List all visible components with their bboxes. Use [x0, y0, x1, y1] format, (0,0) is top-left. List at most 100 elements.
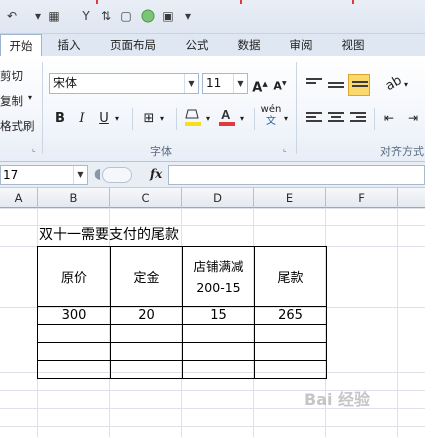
- customize-toolbar-icon[interactable]: ▾: [180, 8, 196, 24]
- cell-balance[interactable]: 265: [254, 306, 327, 325]
- gridline: [0, 208, 425, 209]
- empty-cell[interactable]: [182, 360, 255, 379]
- grow-font-button[interactable]: A▲: [252, 74, 268, 95]
- column-header-b[interactable]: B: [38, 188, 110, 208]
- empty-cell[interactable]: [37, 324, 111, 343]
- splitter-handle[interactable]: ◖: [94, 166, 101, 182]
- bottom-align-button[interactable]: [348, 74, 370, 96]
- copy-dropdown-icon[interactable]: ▾: [28, 93, 32, 102]
- empty-cell[interactable]: [37, 342, 111, 361]
- excel-window: ↶ ▾ ▦ Y ⇅ ▢ ▣ ▾ 开始 插入 页面布局 公式 数据 审阅 视图 剪…: [0, 0, 425, 437]
- font-size-value: 11: [206, 76, 222, 90]
- header-cell-store-discount[interactable]: 店铺满减 200-15: [182, 246, 255, 307]
- formula-bar: 17 ▼ ◖ fx: [0, 162, 425, 188]
- font-color-icon[interactable]: A: [218, 106, 236, 126]
- dropdown-icon[interactable]: ▾: [30, 8, 46, 24]
- chevron-down-icon[interactable]: ▼: [233, 74, 247, 93]
- tab-view[interactable]: 视图: [332, 34, 374, 56]
- group-separator: [296, 62, 297, 154]
- font-launcher-icon[interactable]: ⌞: [283, 144, 287, 153]
- empty-cell[interactable]: [110, 360, 183, 379]
- underline-button[interactable]: U: [96, 109, 112, 129]
- data-table: 原价 定金 店铺满减 200-15 尾款 300 20 15 265: [37, 246, 327, 379]
- name-box-value: 17: [3, 168, 19, 182]
- underline-dropdown-icon[interactable]: ▾: [115, 114, 119, 123]
- header-cell-deposit[interactable]: 定金: [110, 246, 183, 307]
- tab-home[interactable]: 开始: [0, 34, 42, 57]
- formula-bar-resize[interactable]: [102, 167, 132, 183]
- table-header-row: 原价 定金 店铺满减 200-15 尾款: [37, 246, 327, 307]
- ribbon-tabs: 开始 插入 页面布局 公式 数据 审阅 视图: [0, 34, 425, 57]
- column-header-f[interactable]: F: [326, 188, 398, 208]
- borders-icon[interactable]: ⊞: [140, 109, 158, 129]
- cell-original-price[interactable]: 300: [37, 306, 111, 325]
- filter-icon[interactable]: Y: [78, 8, 94, 24]
- column-header-c[interactable]: C: [110, 188, 182, 208]
- empty-cell[interactable]: [37, 360, 111, 379]
- italic-button[interactable]: I: [74, 109, 90, 129]
- green-circle-icon[interactable]: [140, 8, 156, 24]
- tab-data[interactable]: 数据: [228, 34, 270, 56]
- header-cell-original-price[interactable]: 原价: [37, 246, 111, 307]
- sheet-title[interactable]: 双十一需要支付的尾款: [39, 224, 179, 244]
- empty-cell[interactable]: [110, 342, 183, 361]
- clipboard-launcher-icon[interactable]: ⌞: [32, 144, 36, 153]
- header-cell-balance[interactable]: 尾款: [254, 246, 327, 307]
- empty-cell[interactable]: [254, 342, 327, 361]
- empty-cell[interactable]: [182, 342, 255, 361]
- empty-cell[interactable]: [182, 324, 255, 343]
- print-preview-icon[interactable]: ▢: [118, 8, 134, 24]
- align-left-icon[interactable]: [306, 112, 322, 124]
- save-icon[interactable]: ▣: [160, 8, 176, 24]
- font-name-value: 宋体: [53, 76, 78, 90]
- font-group-label: 字体: [150, 145, 172, 158]
- tab-page-layout[interactable]: 页面布局: [100, 34, 166, 56]
- chevron-down-icon[interactable]: ▼: [184, 74, 198, 93]
- cell-store-discount[interactable]: 15: [182, 306, 255, 325]
- tab-review[interactable]: 审阅: [280, 34, 322, 56]
- empty-cell[interactable]: [254, 324, 327, 343]
- font-color-dropdown-icon[interactable]: ▾: [240, 114, 244, 123]
- decrease-indent-icon[interactable]: ⇤: [380, 108, 398, 128]
- chevron-down-icon[interactable]: ▼: [73, 166, 87, 184]
- shrink-font-button[interactable]: A▼: [272, 74, 288, 94]
- formula-input[interactable]: [168, 165, 425, 185]
- sort-icon[interactable]: ⇅: [98, 8, 114, 24]
- gridline: [397, 208, 398, 437]
- empty-cell[interactable]: [110, 324, 183, 343]
- align-center-icon[interactable]: [328, 112, 344, 124]
- watermark: Bai 经验: [304, 390, 371, 409]
- table-icon[interactable]: ▦: [46, 8, 62, 24]
- column-header-d[interactable]: D: [182, 188, 254, 208]
- cut-button[interactable]: 剪切: [0, 68, 23, 84]
- name-box[interactable]: 17 ▼: [0, 165, 88, 185]
- tab-formulas[interactable]: 公式: [176, 34, 218, 56]
- separator: [132, 108, 133, 130]
- column-header-a[interactable]: A: [0, 188, 38, 208]
- increase-indent-icon[interactable]: ⇥: [404, 108, 422, 128]
- group-separator: [42, 62, 43, 154]
- orientation-dropdown-icon[interactable]: ▾: [404, 80, 408, 89]
- phonetic-guide-icon[interactable]: wén 文: [260, 104, 282, 127]
- top-align-icon[interactable]: [306, 78, 322, 90]
- title-accent: [96, 0, 98, 4]
- fill-dropdown-icon[interactable]: ▾: [206, 114, 210, 123]
- font-size-select[interactable]: 11 ▼: [202, 73, 248, 94]
- copy-button[interactable]: 复制: [0, 93, 23, 109]
- empty-cell[interactable]: [254, 360, 327, 379]
- column-header-e[interactable]: E: [254, 188, 326, 208]
- tab-insert[interactable]: 插入: [48, 34, 90, 56]
- format-painter-button[interactable]: 格式刷: [0, 118, 35, 134]
- borders-dropdown-icon[interactable]: ▾: [160, 114, 164, 123]
- gridline: [0, 426, 425, 427]
- insert-function-button[interactable]: fx: [150, 167, 162, 181]
- undo-icon[interactable]: ↶: [4, 8, 20, 24]
- phonetic-dropdown-icon[interactable]: ▾: [284, 114, 288, 123]
- middle-align-icon[interactable]: [328, 82, 344, 94]
- bottom-align-icon: [352, 81, 368, 93]
- align-right-icon[interactable]: [350, 112, 366, 124]
- cell-deposit[interactable]: 20: [110, 306, 183, 325]
- fill-color-icon[interactable]: [184, 106, 202, 126]
- font-name-select[interactable]: 宋体 ▼: [49, 73, 199, 94]
- bold-button[interactable]: B: [52, 109, 68, 129]
